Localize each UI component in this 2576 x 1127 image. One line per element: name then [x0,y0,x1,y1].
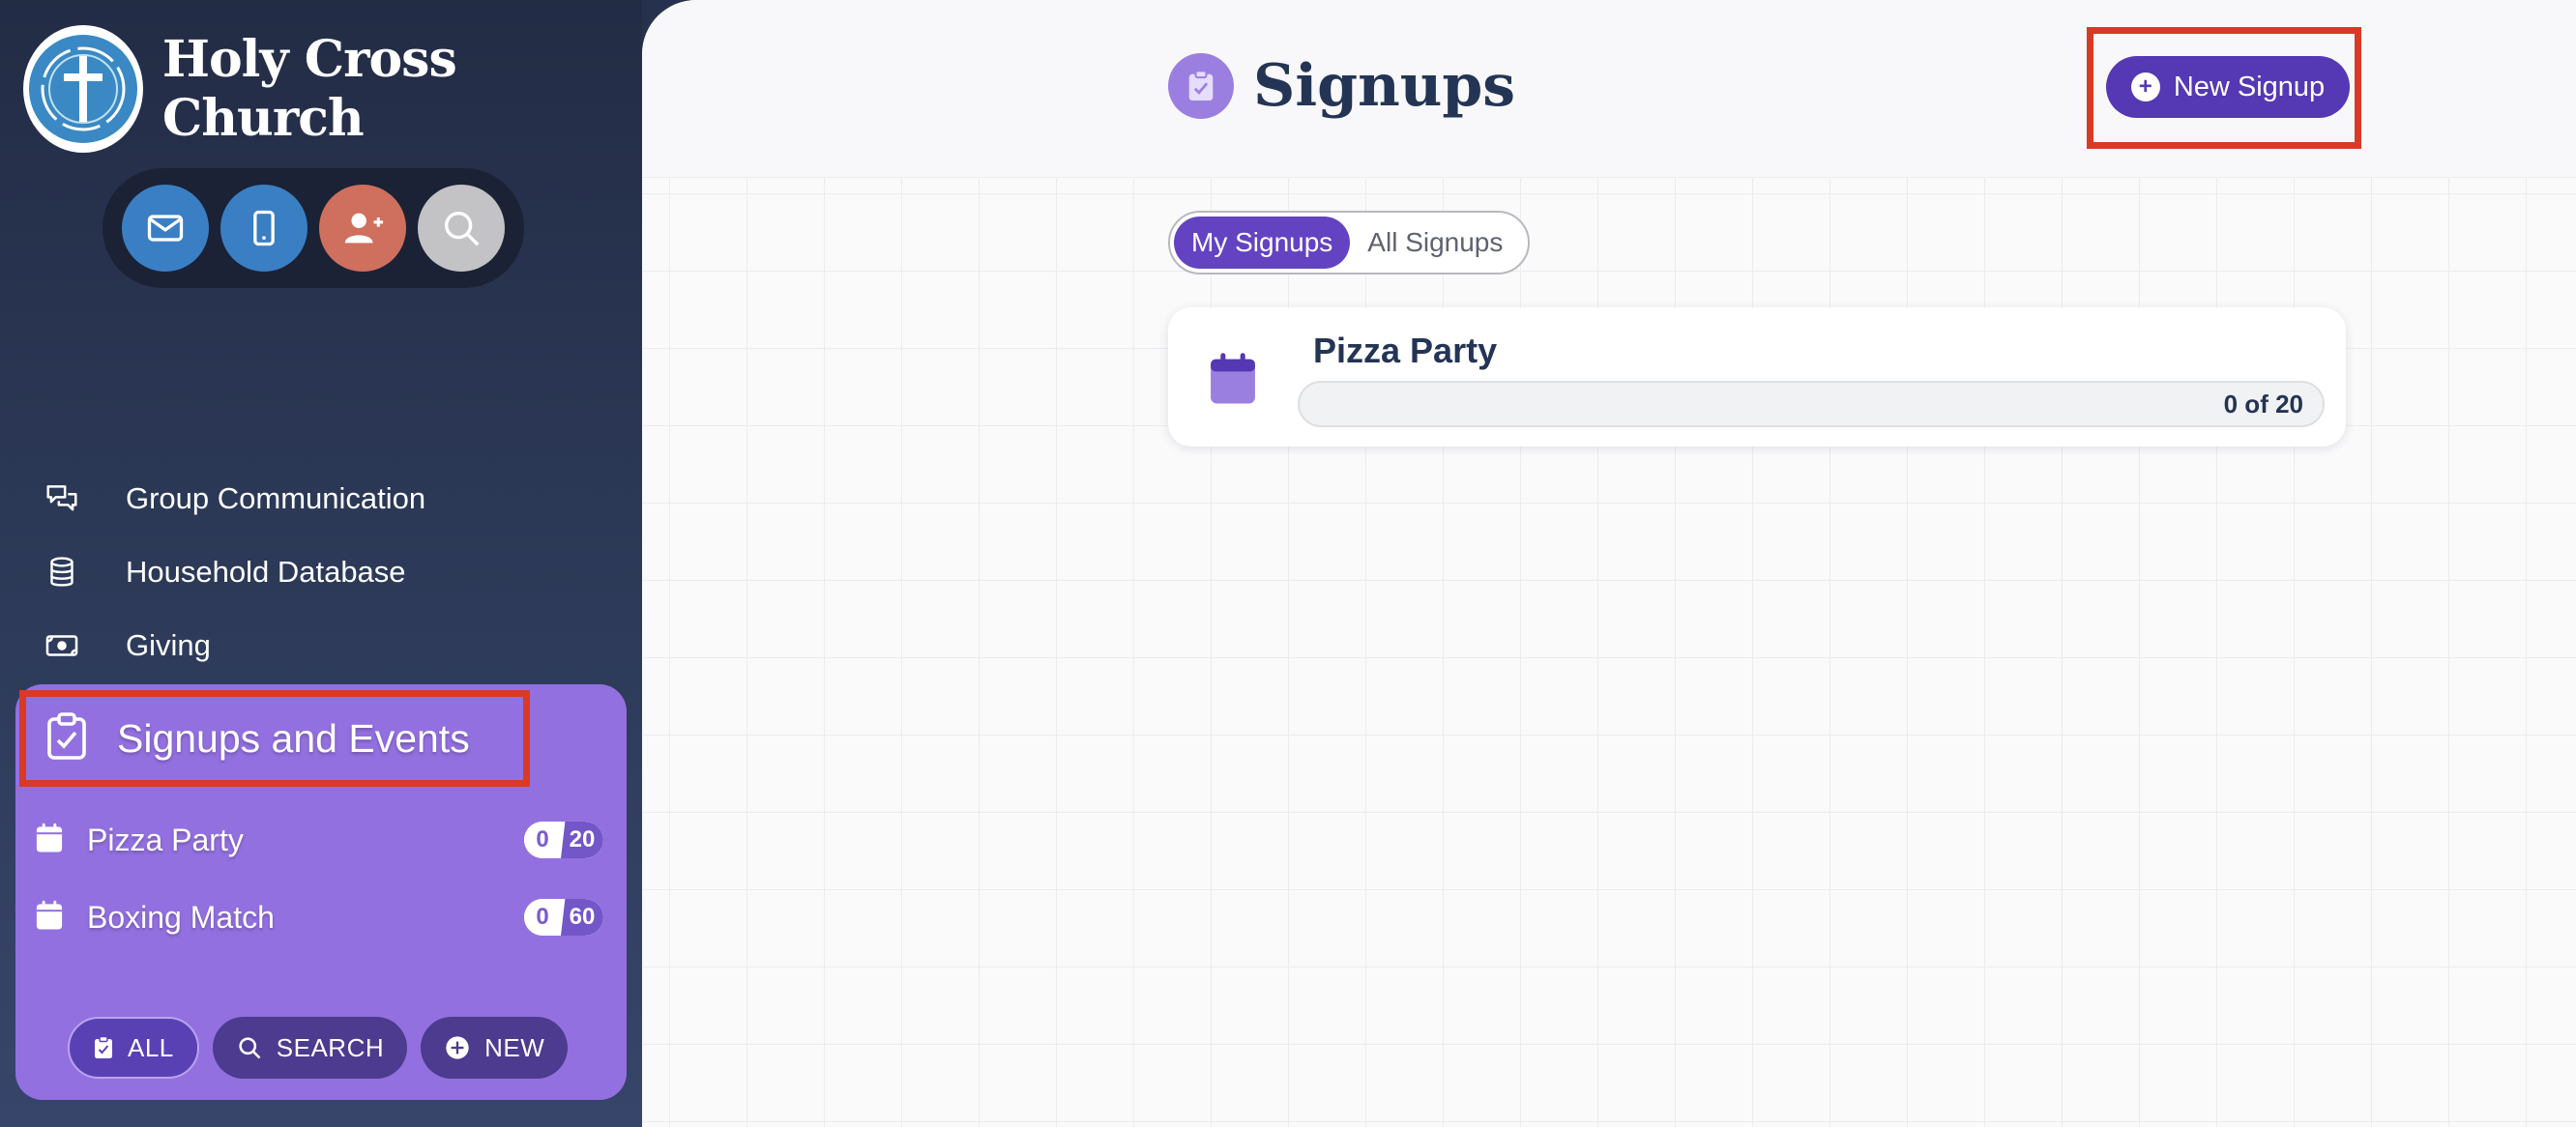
all-signups-button[interactable]: ALL [68,1017,199,1079]
event-capacity-count: 60 [561,899,603,936]
search-signups-label: SEARCH [276,1032,385,1062]
events-panel-title: Signups and Events [117,715,470,761]
email-button[interactable] [122,185,209,272]
envelope-icon [147,215,184,242]
clipboard-check-icon [1168,53,1234,119]
search-button[interactable] [418,185,505,272]
add-person-icon [344,213,384,244]
page-header: Signups + New Signup [642,0,2576,178]
chat-bubbles-icon [43,479,81,518]
event-filled-count: 0 [524,899,561,936]
brand[interactable]: Holy Cross Church [23,25,642,153]
all-signups-label: ALL [128,1032,174,1062]
sidebar-item-household-database[interactable]: Household Database [0,535,642,609]
new-signup-sidebar-button[interactable]: NEW [421,1017,569,1079]
sidebar-nav: Group Communication Household Database G… [0,462,642,682]
search-icon [444,211,480,246]
sidebar-event-boxing-match[interactable]: Boxing Match 0 60 [15,883,627,951]
plus-circle-icon [444,1034,471,1061]
clipboard-icon [93,1034,114,1061]
event-filled-count: 0 [524,822,561,858]
event-count-badge: 0 60 [524,899,603,936]
signups-events-panel: Signups and Events Pizza Party 0 20 Boxi… [15,684,627,1100]
signup-progress-bar: 0 of 20 [1298,381,2325,427]
events-panel-actions: ALL SEARCH NEW [68,1017,569,1079]
sidebar-item-label: Household Database [126,555,406,589]
signups-tabs: My Signups All Signups [1168,211,1530,275]
sidebar-item-label: Group Communication [126,481,426,515]
new-signup-button[interactable]: + New Signup [2106,56,2350,118]
calendar-icon [35,823,64,858]
signup-card-title: Pizza Party [1313,331,1498,370]
search-signups-button[interactable]: SEARCH [212,1017,408,1079]
search-icon [236,1034,263,1061]
sidebar-item-signups-and-events[interactable]: Signups and Events [19,690,530,787]
main-content: Signups + New Signup My Signups All Sign… [642,0,2576,1127]
text-message-button[interactable] [220,185,307,272]
new-signup-label: New Signup [2173,71,2326,102]
event-count-badge: 0 20 [524,822,603,858]
signup-card-pizza-party[interactable]: Pizza Party 0 of 20 [1168,307,2346,447]
money-icon [43,626,81,665]
tab-all-signups[interactable]: All Signups [1350,217,1520,269]
event-label: Pizza Party [87,822,244,857]
calendar-icon [1207,352,1259,411]
brand-name: Holy Cross Church [161,30,457,148]
mobile-phone-icon [253,210,275,246]
sidebar-item-giving[interactable]: Giving [0,609,642,682]
database-icon [43,553,81,592]
church-logo [23,25,143,153]
page-title: Signups [1253,52,1516,120]
cross-icon [41,46,126,131]
tab-my-signups[interactable]: My Signups [1174,217,1351,269]
event-capacity-count: 20 [561,822,603,858]
sidebar: Holy Cross Church Group Communication Ho… [0,0,642,1127]
add-person-button[interactable] [319,185,406,272]
plus-circle-icon: + [2130,72,2160,101]
event-label: Boxing Match [87,899,275,935]
page-title-group: Signups [1168,52,1515,120]
new-signup-sidebar-label: NEW [484,1032,545,1062]
calendar-icon [35,900,64,936]
sidebar-item-label: Giving [126,628,211,662]
signup-progress-text: 0 of 20 [2223,389,2303,419]
sidebar-event-pizza-party[interactable]: Pizza Party 0 20 [15,806,627,874]
sidebar-item-group-communication[interactable]: Group Communication [0,462,642,535]
clipboard-check-icon [45,711,88,766]
quick-actions-bar [102,168,524,288]
